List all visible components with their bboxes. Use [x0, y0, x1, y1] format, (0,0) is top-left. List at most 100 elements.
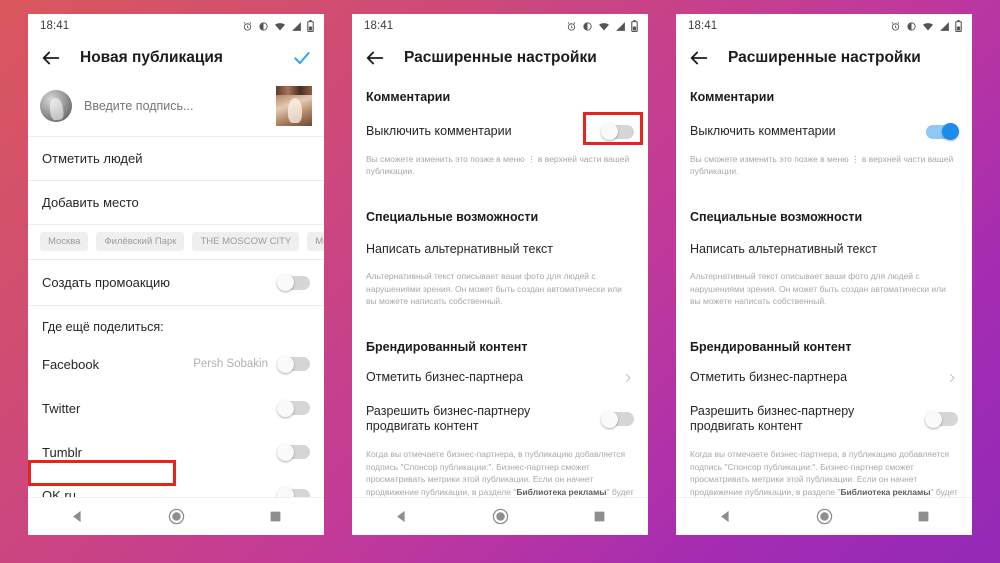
disable-comments-row[interactable]: Выключить комментарии	[352, 116, 648, 148]
alt-text-description: Альтернативный текст описывает ваши фото…	[690, 270, 946, 307]
ad-library-link[interactable]: Библиотека рекламы	[840, 487, 930, 497]
status-time: 18:41	[688, 20, 718, 32]
create-promotion-label: Создать промоакцию	[42, 275, 171, 290]
share-row-twitter[interactable]: Twitter	[28, 386, 324, 430]
status-bar: 18:41	[352, 14, 648, 38]
allow-partner-promote-row[interactable]: Разрешить бизнес-партнеру продвигать кон…	[352, 394, 648, 443]
place-chip[interactable]: THE MOSCOW CITY	[192, 232, 300, 251]
app-bar-advanced-settings: Расширенные настройки	[676, 38, 972, 78]
signal-icon	[616, 21, 625, 31]
place-chip[interactable]: Филёвский Парк	[96, 232, 185, 251]
android-nav-bar	[676, 497, 972, 535]
disable-comments-label: Выключить комментарии	[690, 124, 836, 138]
status-time: 18:41	[40, 20, 70, 32]
allow-partner-promote-toggle[interactable]	[601, 410, 634, 428]
share-account-facebook: Persh Sobakin	[193, 358, 268, 370]
status-bar: 18:41	[28, 14, 324, 38]
allow-partner-promote-toggle[interactable]	[925, 410, 958, 428]
branded-content-section-header: Брендированный контент	[690, 340, 852, 354]
share-label-tumblr: Tumblr	[42, 444, 82, 460]
alt-text-row[interactable]: Написать альтернативный текст	[352, 234, 648, 266]
signal-icon	[292, 21, 301, 31]
brightness-icon	[259, 21, 268, 31]
advanced-settings-content: Комментарии Выключить комментарии Вы смо…	[676, 78, 972, 497]
comments-section-header: Комментарии	[366, 90, 451, 104]
post-thumbnail[interactable]	[276, 86, 312, 126]
alt-text-label: Написать альтернативный текст	[366, 242, 554, 257]
nav-back-icon[interactable]	[394, 509, 409, 524]
create-promotion-row[interactable]: Создать промоакцию	[28, 260, 324, 306]
tag-business-partner-row[interactable]: Отметить бизнес-партнера	[676, 362, 972, 394]
nav-back-icon[interactable]	[718, 509, 733, 524]
back-arrow-icon[interactable]	[40, 47, 62, 69]
caption-input[interactable]	[84, 99, 276, 113]
battery-icon	[955, 20, 962, 32]
disable-comments-toggle[interactable]	[926, 123, 959, 141]
phone-screen-advanced-settings-off: 18:41 Расширенные настройки Комментарии …	[352, 14, 648, 535]
alarm-icon	[891, 21, 900, 31]
branded-content-section-header: Брендированный контент	[366, 340, 528, 354]
nav-home-icon[interactable]	[492, 508, 509, 525]
signal-icon	[940, 21, 949, 31]
brightness-icon	[583, 21, 592, 31]
share-label-twitter: Twitter	[42, 400, 81, 416]
branded-content-description: Когда вы отмечаете бизнес-партнера, в пу…	[676, 443, 972, 497]
ad-library-link[interactable]: Библиотека рекламы	[516, 487, 606, 497]
nav-home-icon[interactable]	[168, 508, 185, 525]
nav-recents-icon[interactable]	[269, 510, 282, 523]
add-place-label: Добавить место	[42, 195, 139, 210]
status-icon-group	[890, 20, 962, 32]
accessibility-section-header: Специальные возможности	[690, 210, 863, 225]
allow-partner-promote-row[interactable]: Разрешить бизнес-партнеру продвигать кон…	[676, 394, 972, 443]
add-place-row[interactable]: Добавить место	[28, 181, 324, 225]
share-toggle-okru[interactable]	[277, 487, 310, 497]
nav-home-icon[interactable]	[816, 508, 833, 525]
nav-back-icon[interactable]	[70, 509, 85, 524]
share-row-facebook[interactable]: Facebook Persh Sobakin	[28, 342, 324, 386]
allow-partner-promote-label: Разрешить бизнес-партнеру продвигать кон…	[690, 403, 855, 434]
place-chip[interactable]: Москва	[40, 232, 89, 251]
share-toggle-twitter[interactable]	[277, 399, 310, 417]
advanced-settings-content: Комментарии Выключить комментарии Вы смо…	[352, 78, 648, 497]
share-toggle-tumblr[interactable]	[277, 443, 310, 461]
caption-row	[28, 78, 324, 137]
share-label-facebook: Facebook	[42, 356, 100, 372]
disable-comments-toggle[interactable]	[601, 123, 634, 141]
back-arrow-icon[interactable]	[688, 47, 710, 69]
wifi-icon	[599, 22, 609, 30]
phone-screen-new-post: 18:41 Новая публикация Отметить людей До…	[28, 14, 324, 535]
tag-business-partner-label: Отметить бизнес-партнера	[690, 370, 848, 384]
place-chip[interactable]: Московски	[307, 232, 324, 251]
share-row-tumblr[interactable]: Tumblr	[28, 430, 324, 474]
nav-recents-icon[interactable]	[593, 510, 606, 523]
nav-recents-icon[interactable]	[917, 510, 930, 523]
tag-people-row[interactable]: Отметить людей	[28, 137, 324, 181]
share-section-header: Где ещё поделиться:	[42, 320, 164, 334]
disable-comments-label: Выключить комментарии	[366, 124, 512, 138]
create-promotion-toggle[interactable]	[277, 274, 310, 291]
status-bar: 18:41	[676, 14, 972, 38]
avatar	[40, 90, 72, 122]
comments-section-header: Комментарии	[690, 90, 775, 104]
status-time: 18:41	[364, 20, 394, 32]
branded-content-description: Когда вы отмечаете бизнес-партнера, в пу…	[352, 443, 648, 497]
battery-icon	[631, 20, 638, 32]
wifi-icon	[275, 22, 285, 30]
alt-text-row[interactable]: Написать альтернативный текст	[676, 234, 972, 266]
back-arrow-icon[interactable]	[364, 47, 386, 69]
alt-text-description: Альтернативный текст описывает ваши фото…	[366, 270, 622, 307]
android-nav-bar	[28, 497, 324, 535]
share-toggle-facebook[interactable]	[277, 355, 310, 373]
comments-description: Вы сможете изменить это позже в меню ⋮ в…	[690, 153, 954, 177]
allow-partner-promote-label: Разрешить бизнес-партнеру продвигать кон…	[366, 403, 531, 434]
alt-text-label: Написать альтернативный текст	[690, 242, 878, 257]
wifi-icon	[923, 22, 933, 30]
share-label-okru: OK.ru	[42, 488, 76, 497]
phone-screen-advanced-settings-on: 18:41 Расширенные настройки Комментарии …	[676, 14, 972, 535]
status-icon-group	[242, 20, 314, 32]
check-icon[interactable]	[292, 48, 312, 68]
tag-business-partner-row[interactable]: Отметить бизнес-партнера	[352, 362, 648, 394]
disable-comments-row[interactable]: Выключить комментарии	[676, 116, 972, 148]
share-row-okru[interactable]: OK.ru	[28, 474, 324, 497]
comments-description: Вы сможете изменить это позже в меню ⋮ в…	[366, 153, 630, 177]
